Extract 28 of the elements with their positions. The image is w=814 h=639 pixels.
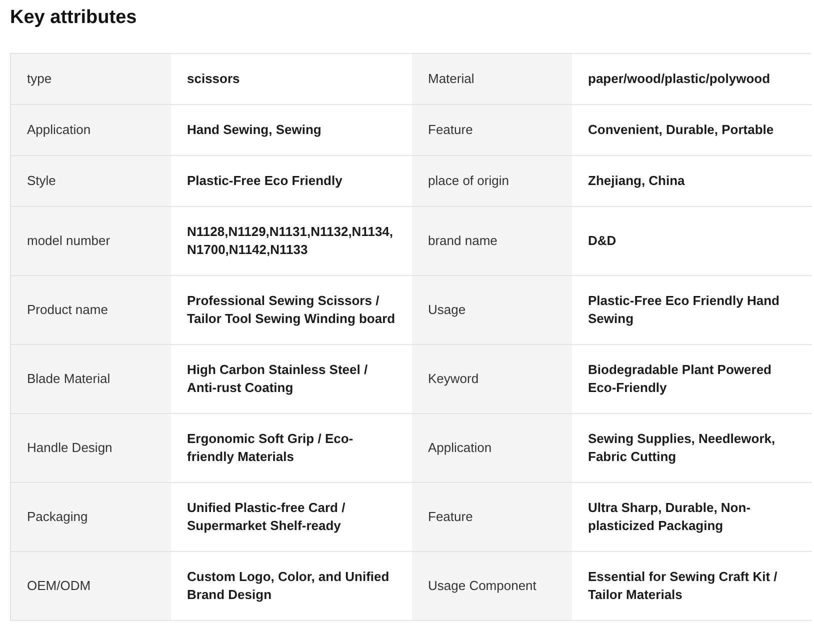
- attribute-label: Material: [412, 54, 572, 105]
- attribute-value: Zhejiang, China: [572, 156, 812, 207]
- attribute-label: Keyword: [412, 345, 572, 414]
- attribute-value: D&D: [572, 207, 812, 276]
- section-title: Key attributes: [10, 6, 138, 30]
- attribute-label: Product name: [11, 276, 171, 345]
- attribute-label: brand name: [412, 207, 572, 276]
- attribute-label: Usage Component: [412, 552, 572, 621]
- attribute-label: Packaging: [11, 483, 171, 552]
- attribute-label: Feature: [412, 105, 572, 156]
- attribute-value: Ultra Sharp, Durable, Non-plasticized Packaging: [572, 483, 812, 552]
- attribute-label: OEM/ODM: [11, 552, 171, 621]
- attribute-value: Essential for Sewing Craft Kit / Tailor Materials: [572, 552, 812, 621]
- attribute-label: Style: [11, 156, 171, 207]
- attribute-label: model number: [11, 207, 171, 276]
- attribute-label: place of origin: [412, 156, 572, 207]
- attribute-value: Sewing Supplies, Needlework, Fabric Cutting: [572, 414, 812, 483]
- attribute-label: Handle Design: [11, 414, 171, 483]
- attribute-label: type: [11, 54, 171, 105]
- attribute-value: Plastic-Free Eco Friendly Hand Sewing: [572, 276, 812, 345]
- attribute-label: Application: [11, 105, 171, 156]
- attribute-value: Convenient, Durable, Portable: [572, 105, 812, 156]
- attribute-label: Usage: [412, 276, 572, 345]
- attribute-value: paper/wood/plastic/polywood: [572, 54, 812, 105]
- attribute-value: Biodegradable Plant Powered Eco-Friendly: [572, 345, 812, 414]
- attribute-label: Application: [412, 414, 572, 483]
- attribute-label: Blade Material: [11, 345, 171, 414]
- attribute-label: Feature: [412, 483, 572, 552]
